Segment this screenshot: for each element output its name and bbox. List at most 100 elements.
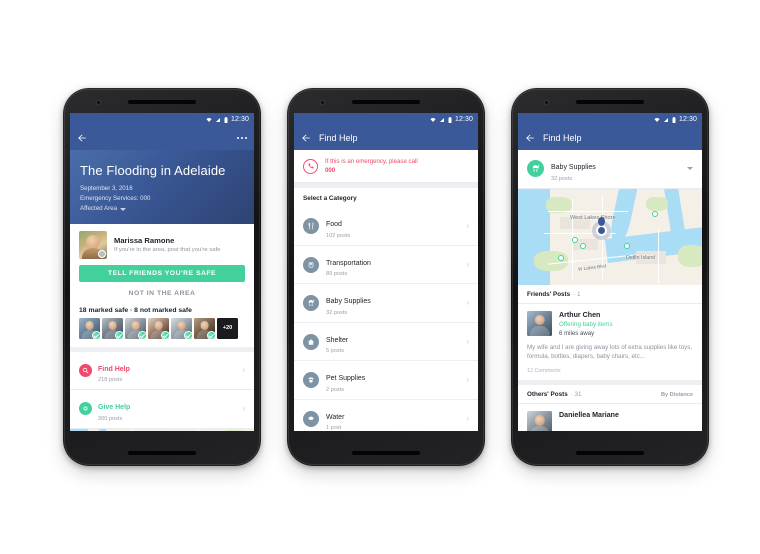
earpiece-speaker [128, 100, 196, 104]
map-pin[interactable] [580, 242, 586, 249]
post-comments-count[interactable]: 12 Comments [527, 368, 693, 374]
category-count: 2 posts [326, 386, 345, 393]
more-options-icon[interactable] [236, 136, 247, 140]
status-time: 12:30 [230, 116, 249, 123]
find-help-row[interactable]: Find Help 218 posts › [70, 351, 254, 391]
affected-area-dropdown[interactable]: Affected Area [80, 204, 244, 214]
chevron-right-icon: › [466, 298, 469, 308]
category-row-baby-supplies[interactable]: Baby Supplies 32 posts › [294, 284, 478, 323]
safety-prompt: If you're in the area, post that you're … [114, 247, 221, 254]
map-pin-selected[interactable] [598, 216, 605, 226]
stroller-icon [303, 295, 319, 312]
give-help-text: Give Help 300 posts [98, 396, 236, 422]
affected-area-label: Affected Area [80, 205, 118, 213]
map-pin[interactable] [624, 242, 630, 249]
category-row-water[interactable]: Water 1 post › [294, 399, 478, 431]
app-bar [70, 126, 254, 150]
home-icon [303, 333, 319, 350]
map-label: West Lakes Shore [570, 214, 616, 221]
category-text: Pet Supplies 2 posts [326, 367, 459, 393]
chevron-right-icon: › [466, 413, 469, 423]
check-icon [115, 330, 123, 339]
sort-by-distance-button[interactable]: By Distance [661, 392, 693, 398]
selected-category-dropdown[interactable]: Baby Supplies 32 posts [518, 150, 702, 189]
back-arrow-icon[interactable] [77, 133, 87, 143]
category-row-pet-supplies[interactable]: Pet Supplies 2 posts › [294, 361, 478, 400]
current-location-marker[interactable] [596, 224, 607, 236]
map-pin[interactable] [558, 254, 564, 261]
find-help-count: 218 posts [98, 377, 123, 384]
emergency-services: Emergency Services: 000 [80, 195, 151, 203]
hand-circle-icon [79, 402, 92, 416]
page-title: The Flooding in Adelaide [80, 163, 226, 178]
phone-2-screen: 12:30 Find Help If this is an emergency,… [294, 113, 478, 431]
post-offering-label: Offering baby items [559, 320, 613, 328]
screenshot-stage: 12:30 The Flooding in Adelaide September… [0, 0, 760, 554]
avatar-status-badge [98, 249, 106, 258]
category-text: Transportation 89 posts [326, 252, 459, 278]
category-label: Shelter [326, 336, 349, 344]
signal-icon [215, 117, 220, 122]
avatar-overflow-count[interactable]: +20 [217, 317, 238, 339]
avatar[interactable] [125, 317, 146, 339]
status-time: 12:30 [678, 116, 697, 123]
not-in-area-button[interactable]: NOT IN THE AREA [70, 285, 254, 302]
earpiece-speaker [352, 100, 420, 104]
emergency-text: If this is an emergency, please call 000 [325, 157, 418, 175]
chevron-down-icon [120, 208, 127, 212]
emergency-number: 000 [325, 167, 336, 175]
avatar[interactable] [194, 317, 215, 339]
earpiece-speaker [576, 100, 644, 104]
wifi-icon [654, 117, 660, 122]
category-row-food[interactable]: Food 102 posts › [294, 207, 478, 246]
give-help-count: 300 posts [98, 415, 123, 422]
avatar[interactable] [148, 317, 169, 339]
category-row-shelter[interactable]: Shelter 5 posts › [294, 322, 478, 362]
friends-posts-title: Friends' Posts [527, 290, 571, 298]
phone-mockup-1: 12:30 The Flooding in Adelaide September… [63, 88, 261, 466]
check-icon [92, 330, 100, 339]
help-map[interactable]: West Lakes Shore Delfin Island W Lakes B… [518, 188, 702, 285]
app-bar: Find Help [294, 126, 478, 150]
back-arrow-icon[interactable] [525, 133, 535, 143]
post-body-text: My wife and I are giving away lots of ex… [527, 343, 693, 361]
cutlery-icon [303, 218, 319, 235]
crisis-date: September 3, 2016 [80, 184, 133, 192]
stroller-icon [527, 160, 544, 178]
avatar[interactable] [527, 310, 552, 336]
chevron-down-icon[interactable] [687, 167, 693, 171]
bottom-speaker [576, 451, 644, 455]
friend-post[interactable]: Arthur Chen Offering baby items 6 miles … [518, 303, 702, 381]
category-label: Transportation [326, 259, 371, 267]
category-label: Baby Supplies [326, 298, 371, 306]
selected-category-label: Baby Supplies [551, 164, 596, 171]
phone-mockup-3: 12:30 Find Help Baby Supplies 32 posts W… [511, 88, 709, 466]
category-text: Baby Supplies 32 posts [326, 290, 459, 316]
selected-category-text: Baby Supplies 32 posts [551, 156, 680, 182]
map-pin[interactable] [572, 236, 578, 243]
friends-posts-count: · 1 [573, 290, 581, 298]
chevron-right-icon: › [466, 259, 469, 269]
phone-icon [303, 158, 318, 174]
avatar[interactable] [79, 317, 100, 339]
map-pin[interactable] [652, 210, 658, 217]
category-count: 32 posts [326, 309, 348, 316]
emergency-banner[interactable]: If this is an emergency, please call 000 [294, 150, 478, 184]
avatar[interactable] [102, 317, 123, 339]
category-row-transportation[interactable]: Transportation 89 posts › [294, 245, 478, 285]
crisis-map[interactable]: Port Adelaide Ottoway [70, 428, 254, 431]
status-bar: 12:30 [294, 113, 478, 126]
bottom-speaker [128, 451, 196, 455]
give-help-title: Give Help [98, 404, 131, 412]
other-post[interactable]: Daniellea Mariane [518, 404, 702, 431]
chevron-right-icon: › [466, 375, 469, 385]
battery-icon [672, 116, 676, 123]
avatar[interactable] [527, 411, 552, 431]
give-help-row[interactable]: Give Help 300 posts › [70, 390, 254, 429]
status-bar: 12:30 [518, 113, 702, 126]
avatar[interactable] [171, 317, 192, 339]
user-name: Marissa Ramone [114, 236, 175, 246]
mark-safe-button[interactable]: TELL FRIENDS YOU'RE SAFE [79, 264, 245, 282]
back-arrow-icon[interactable] [301, 133, 311, 143]
app-bar: Find Help [518, 126, 702, 150]
